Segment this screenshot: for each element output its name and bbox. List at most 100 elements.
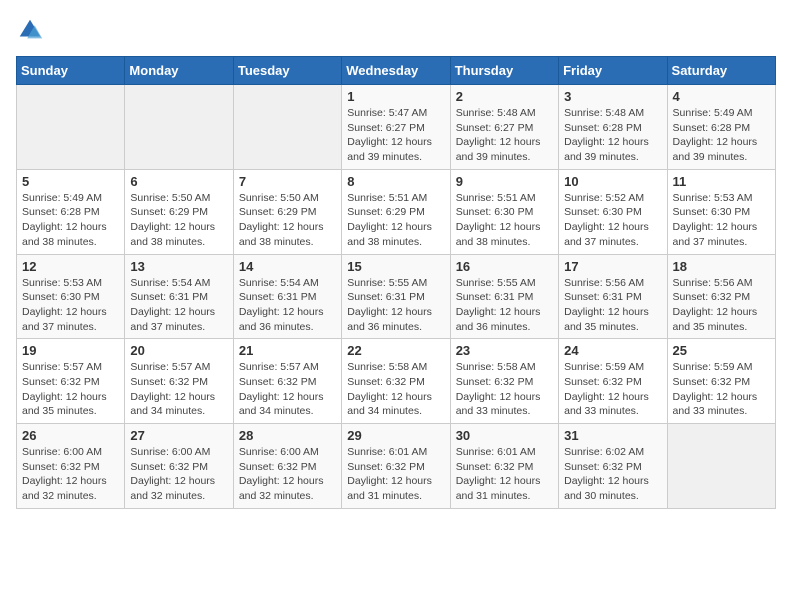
calendar-day-19: 19 Sunrise: 5:57 AMSunset: 6:32 PMDayligh… <box>17 339 125 424</box>
day-number: 30 <box>456 428 553 443</box>
day-info: Sunrise: 5:55 AMSunset: 6:31 PMDaylight:… <box>347 276 444 335</box>
calendar-day-3: 3 Sunrise: 5:48 AMSunset: 6:28 PMDaylight… <box>559 85 667 170</box>
calendar-day-2: 2 Sunrise: 5:48 AMSunset: 6:27 PMDaylight… <box>450 85 558 170</box>
calendar-week-row: 26 Sunrise: 6:00 AMSunset: 6:32 PMDayligh… <box>17 424 776 509</box>
day-number: 4 <box>673 89 770 104</box>
day-info: Sunrise: 5:53 AMSunset: 6:30 PMDaylight:… <box>22 276 119 335</box>
day-number: 28 <box>239 428 336 443</box>
logo-icon <box>16 16 44 44</box>
day-number: 14 <box>239 259 336 274</box>
day-number: 29 <box>347 428 444 443</box>
calendar-day-11: 11Sunrise: 5:53 AMSunset: 6:30 PMDayligh… <box>667 169 775 254</box>
day-info: Sunrise: 5:57 AMSunset: 6:32 PMDaylight:… <box>22 360 119 419</box>
day-number: 23 <box>456 343 553 358</box>
day-info: Sunrise: 5:49 AMSunset: 6:28 PMDaylight:… <box>673 106 770 165</box>
logo <box>16 16 46 44</box>
calendar-day-10: 10 Sunrise: 5:52 AMSunset: 6:30 PMDayligh… <box>559 169 667 254</box>
day-header-thursday: Thursday <box>450 57 558 85</box>
calendar-header-row: SundayMondayTuesdayWednesdayThursdayFrid… <box>17 57 776 85</box>
day-info: Sunrise: 5:57 AMSunset: 6:32 PMDaylight:… <box>130 360 227 419</box>
day-number: 12 <box>22 259 119 274</box>
calendar-day-5: 5 Sunrise: 5:49 AMSunset: 6:28 PMDaylight… <box>17 169 125 254</box>
calendar-empty-cell <box>125 85 233 170</box>
day-info: Sunrise: 6:00 AMSunset: 6:32 PMDaylight:… <box>239 445 336 504</box>
calendar-day-6: 6 Sunrise: 5:50 AMSunset: 6:29 PMDaylight… <box>125 169 233 254</box>
day-number: 15 <box>347 259 444 274</box>
day-info: Sunrise: 6:00 AMSunset: 6:32 PMDaylight:… <box>22 445 119 504</box>
calendar-empty-cell <box>17 85 125 170</box>
calendar-day-28: 28 Sunrise: 6:00 AMSunset: 6:32 PMDayligh… <box>233 424 341 509</box>
calendar-day-21: 21 Sunrise: 5:57 AMSunset: 6:32 PMDayligh… <box>233 339 341 424</box>
calendar-table: SundayMondayTuesdayWednesdayThursdayFrid… <box>16 56 776 509</box>
day-info: Sunrise: 5:51 AMSunset: 6:30 PMDaylight:… <box>456 191 553 250</box>
day-info: Sunrise: 5:53 AMSunset: 6:30 PMDaylight:… <box>673 191 770 250</box>
day-info: Sunrise: 6:02 AMSunset: 6:32 PMDaylight:… <box>564 445 661 504</box>
calendar-day-17: 17Sunrise: 5:56 AMSunset: 6:31 PMDayligh… <box>559 254 667 339</box>
day-info: Sunrise: 5:55 AMSunset: 6:31 PMDaylight:… <box>456 276 553 335</box>
page-header <box>16 16 776 44</box>
calendar-week-row: 12 Sunrise: 5:53 AMSunset: 6:30 PMDayligh… <box>17 254 776 339</box>
day-header-wednesday: Wednesday <box>342 57 450 85</box>
day-info: Sunrise: 5:50 AMSunset: 6:29 PMDaylight:… <box>239 191 336 250</box>
calendar-day-30: 30 Sunrise: 6:01 AMSunset: 6:32 PMDayligh… <box>450 424 558 509</box>
day-header-tuesday: Tuesday <box>233 57 341 85</box>
calendar-day-20: 20 Sunrise: 5:57 AMSunset: 6:32 PMDayligh… <box>125 339 233 424</box>
day-number: 26 <box>22 428 119 443</box>
day-header-monday: Monday <box>125 57 233 85</box>
day-info: Sunrise: 5:48 AMSunset: 6:28 PMDaylight:… <box>564 106 661 165</box>
day-info: Sunrise: 6:01 AMSunset: 6:32 PMDaylight:… <box>456 445 553 504</box>
day-number: 6 <box>130 174 227 189</box>
calendar-day-16: 16 Sunrise: 5:55 AMSunset: 6:31 PMDayligh… <box>450 254 558 339</box>
calendar-day-8: 8 Sunrise: 5:51 AMSunset: 6:29 PMDaylight… <box>342 169 450 254</box>
calendar-day-18: 18 Sunrise: 5:56 AMSunset: 6:32 PMDayligh… <box>667 254 775 339</box>
day-number: 10 <box>564 174 661 189</box>
day-number: 1 <box>347 89 444 104</box>
day-info: Sunrise: 5:47 AMSunset: 6:27 PMDaylight:… <box>347 106 444 165</box>
day-number: 20 <box>130 343 227 358</box>
day-info: Sunrise: 5:54 AMSunset: 6:31 PMDaylight:… <box>130 276 227 335</box>
calendar-day-22: 22Sunrise: 5:58 AMSunset: 6:32 PMDayligh… <box>342 339 450 424</box>
day-info: Sunrise: 5:50 AMSunset: 6:29 PMDaylight:… <box>130 191 227 250</box>
day-header-sunday: Sunday <box>17 57 125 85</box>
calendar-day-13: 13 Sunrise: 5:54 AMSunset: 6:31 PMDayligh… <box>125 254 233 339</box>
day-number: 31 <box>564 428 661 443</box>
day-info: Sunrise: 5:59 AMSunset: 6:32 PMDaylight:… <box>673 360 770 419</box>
day-info: Sunrise: 6:00 AMSunset: 6:32 PMDaylight:… <box>130 445 227 504</box>
day-info: Sunrise: 5:49 AMSunset: 6:28 PMDaylight:… <box>22 191 119 250</box>
calendar-week-row: 1 Sunrise: 5:47 AMSunset: 6:27 PMDaylight… <box>17 85 776 170</box>
day-info: Sunrise: 5:52 AMSunset: 6:30 PMDaylight:… <box>564 191 661 250</box>
calendar-day-1: 1 Sunrise: 5:47 AMSunset: 6:27 PMDaylight… <box>342 85 450 170</box>
calendar-week-row: 19 Sunrise: 5:57 AMSunset: 6:32 PMDayligh… <box>17 339 776 424</box>
day-number: 16 <box>456 259 553 274</box>
day-number: 13 <box>130 259 227 274</box>
day-header-friday: Friday <box>559 57 667 85</box>
day-number: 27 <box>130 428 227 443</box>
day-number: 9 <box>456 174 553 189</box>
calendar-day-7: 7 Sunrise: 5:50 AMSunset: 6:29 PMDaylight… <box>233 169 341 254</box>
calendar-day-25: 25Sunrise: 5:59 AMSunset: 6:32 PMDayligh… <box>667 339 775 424</box>
day-info: Sunrise: 5:56 AMSunset: 6:31 PMDaylight:… <box>564 276 661 335</box>
calendar-day-27: 27 Sunrise: 6:00 AMSunset: 6:32 PMDayligh… <box>125 424 233 509</box>
day-info: Sunrise: 5:58 AMSunset: 6:32 PMDaylight:… <box>456 360 553 419</box>
calendar-day-14: 14Sunrise: 5:54 AMSunset: 6:31 PMDayligh… <box>233 254 341 339</box>
calendar-day-15: 15 Sunrise: 5:55 AMSunset: 6:31 PMDayligh… <box>342 254 450 339</box>
calendar-day-12: 12 Sunrise: 5:53 AMSunset: 6:30 PMDayligh… <box>17 254 125 339</box>
calendar-day-31: 31 Sunrise: 6:02 AMSunset: 6:32 PMDayligh… <box>559 424 667 509</box>
day-info: Sunrise: 5:56 AMSunset: 6:32 PMDaylight:… <box>673 276 770 335</box>
day-number: 24 <box>564 343 661 358</box>
day-info: Sunrise: 5:59 AMSunset: 6:32 PMDaylight:… <box>564 360 661 419</box>
day-number: 18 <box>673 259 770 274</box>
day-number: 21 <box>239 343 336 358</box>
day-number: 2 <box>456 89 553 104</box>
day-info: Sunrise: 5:57 AMSunset: 6:32 PMDaylight:… <box>239 360 336 419</box>
day-info: Sunrise: 5:51 AMSunset: 6:29 PMDaylight:… <box>347 191 444 250</box>
day-number: 3 <box>564 89 661 104</box>
day-number: 7 <box>239 174 336 189</box>
day-header-saturday: Saturday <box>667 57 775 85</box>
day-number: 5 <box>22 174 119 189</box>
calendar-week-row: 5 Sunrise: 5:49 AMSunset: 6:28 PMDaylight… <box>17 169 776 254</box>
day-number: 19 <box>22 343 119 358</box>
calendar-day-23: 23 Sunrise: 5:58 AMSunset: 6:32 PMDayligh… <box>450 339 558 424</box>
day-number: 8 <box>347 174 444 189</box>
day-info: Sunrise: 5:48 AMSunset: 6:27 PMDaylight:… <box>456 106 553 165</box>
